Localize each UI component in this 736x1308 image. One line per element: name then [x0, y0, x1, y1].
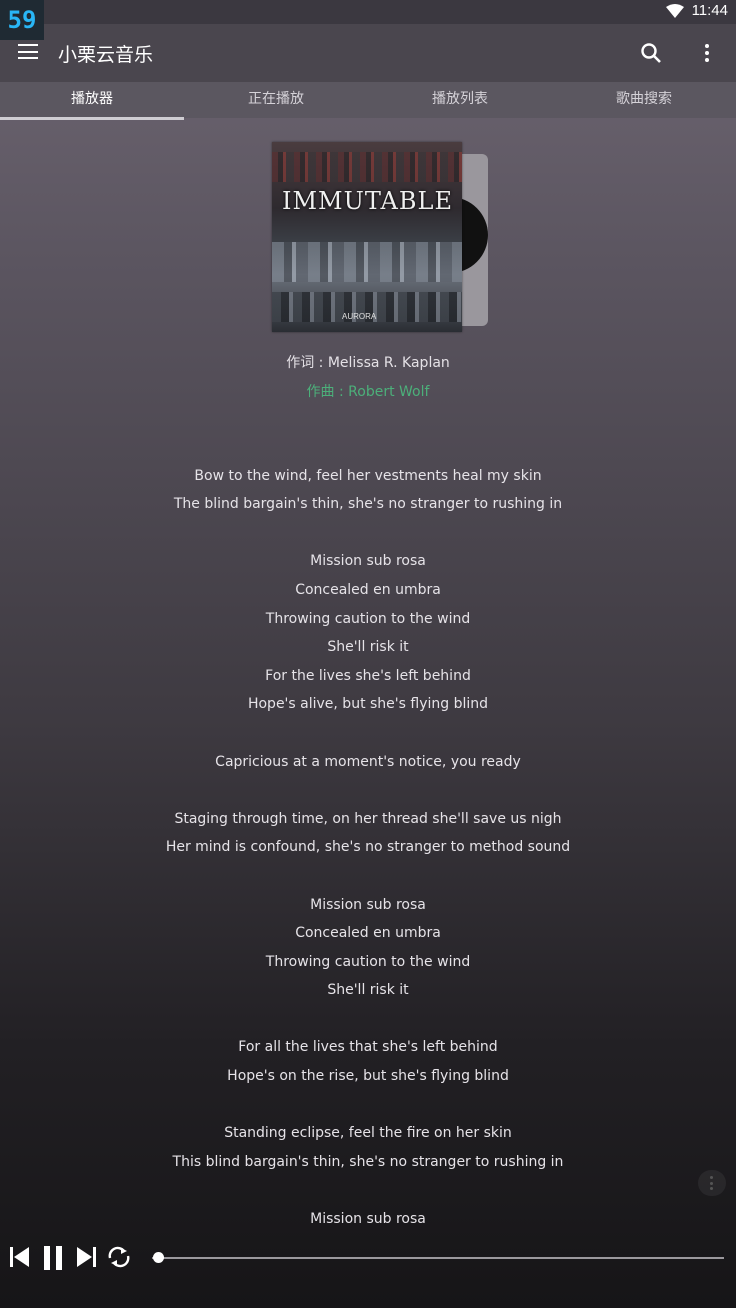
album-cover-title: IMMUTABLE [282, 187, 453, 215]
lyric-line: Capricious at a moment's notice, you rea… [215, 753, 521, 770]
lyric-line: Hope's alive, but she's flying blind [247, 696, 489, 713]
lyric-line: Bow to the wind, feel her vestments heal… [194, 467, 542, 484]
next-icon[interactable] [76, 1246, 98, 1268]
lyric-line: For the lives she's left behind [265, 667, 471, 684]
lyric-line [0, 866, 736, 895]
tab-bar: 播放器 正在播放 播放列表 歌曲搜索 [0, 82, 736, 120]
status-bar: 11:44 [0, 0, 736, 24]
previous-icon[interactable] [8, 1246, 30, 1268]
lyric-line: For all the lives that she's left behind [238, 1039, 498, 1056]
lyric-line [0, 1180, 736, 1209]
lyricist-credit: 作词 : Melissa R. Kaplan [286, 355, 450, 371]
lyric-line [0, 1009, 736, 1038]
lyrics-options-icon[interactable] [698, 1170, 726, 1196]
app-title: 小栗云音乐 [58, 44, 154, 66]
pause-icon[interactable] [42, 1246, 64, 1270]
status-time: 11:44 [691, 2, 728, 19]
lyric-line: This blind bargain's thin, she's no stra… [172, 1153, 564, 1170]
seek-thumb[interactable] [152, 1252, 164, 1263]
lyrics-panel[interactable]: Bow to the wind, feel her vestments heal… [0, 437, 736, 1238]
lyric-line: Staging through time, on her thread she'… [174, 810, 562, 827]
status-right: 11:44 [665, 2, 728, 19]
tab-player[interactable]: 播放器 [0, 82, 184, 120]
fps-counter: 59 [0, 0, 44, 40]
tab-now-playing[interactable]: 正在播放 [184, 82, 368, 118]
composer-credit: 作曲 : Robert Wolf [306, 384, 430, 400]
lyric-line [0, 437, 736, 466]
menu-icon[interactable] [18, 44, 38, 60]
tab-playlist[interactable]: 播放列表 [368, 82, 552, 118]
lyric-line: Mission sub rosa [310, 1211, 426, 1228]
app-bar: 小栗云音乐 [0, 24, 736, 82]
lyric-line: Mission sub rosa [310, 553, 426, 570]
lyric-line [0, 523, 736, 552]
search-icon[interactable] [640, 42, 662, 64]
lyric-line [0, 780, 736, 809]
lyric-line: She'll risk it [327, 639, 409, 656]
seek-bar[interactable] [152, 1257, 724, 1259]
lyric-line: The blind bargain's thin, she's no stran… [173, 496, 563, 513]
tab-song-search[interactable]: 歌曲搜索 [552, 82, 736, 118]
lyric-line: Concealed en umbra [295, 925, 441, 942]
lyric-line: She'll risk it [327, 982, 409, 999]
wifi-icon [665, 3, 684, 18]
lyric-line: Mission sub rosa [310, 896, 426, 913]
repeat-icon[interactable] [107, 1246, 131, 1268]
album-art: IMMUTABLE AURORA [272, 142, 488, 334]
lyric-line: Throwing caution to the wind [265, 610, 471, 627]
player-controls [0, 1238, 736, 1278]
lyric-line: Hope's on the rise, but she's flying bli… [227, 1068, 509, 1085]
lyric-line: Her mind is confound, she's no stranger … [165, 839, 571, 856]
lyric-line: Concealed en umbra [295, 581, 441, 598]
lyric-line [0, 723, 736, 752]
lyric-line: Throwing caution to the wind [265, 953, 471, 970]
more-vert-icon[interactable] [700, 42, 714, 64]
lyric-line [0, 1095, 736, 1124]
album-cover: IMMUTABLE AURORA [272, 142, 462, 332]
album-cover-label: AURORA [342, 312, 377, 321]
lyric-line: Standing eclipse, feel the fire on her s… [224, 1125, 512, 1142]
